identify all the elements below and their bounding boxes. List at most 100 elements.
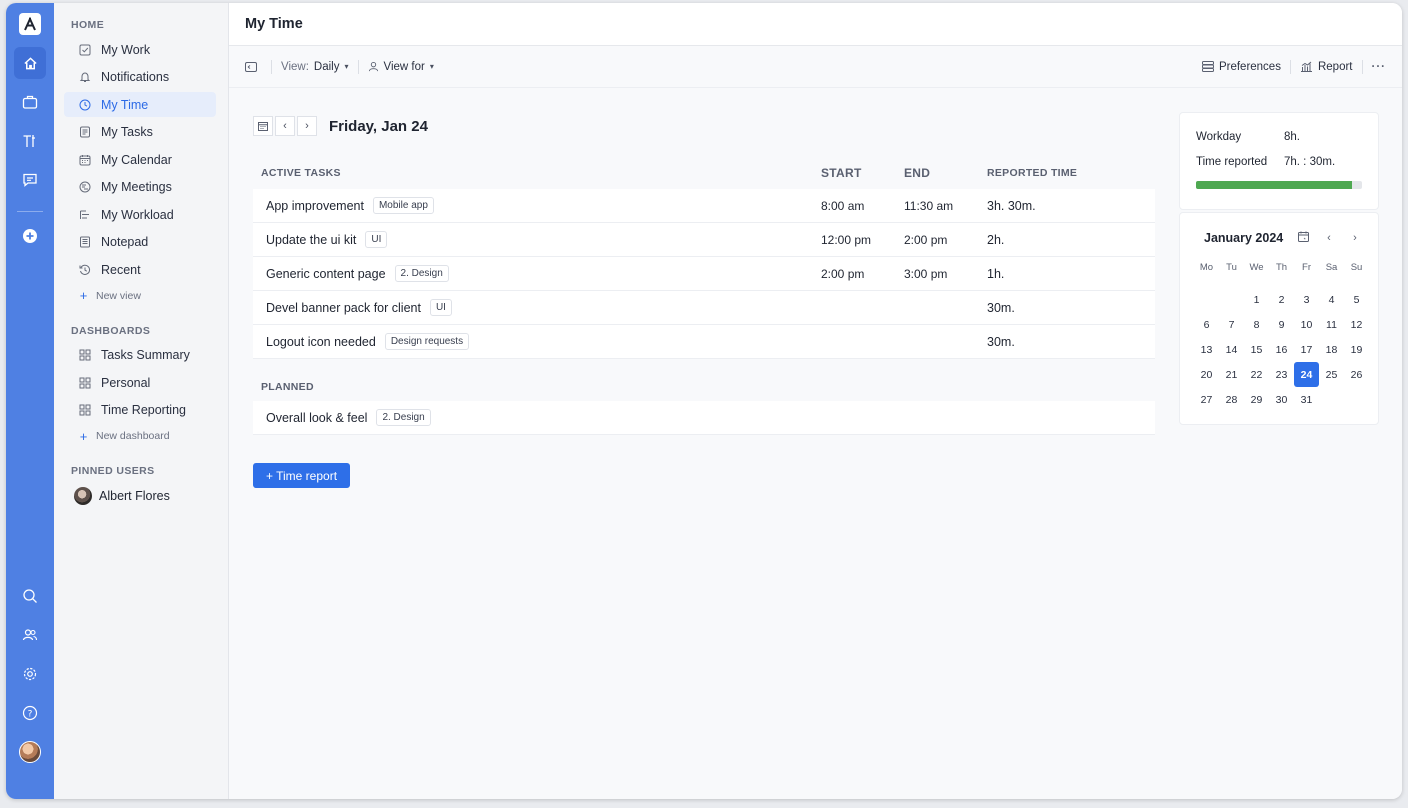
sidebar-item-notifications[interactable]: Notifications [64,65,216,90]
report-button[interactable]: Report [1300,61,1353,73]
tasks-table: ACTIVE TASKS START END REPORTED TIME App… [253,162,1155,435]
calendar-day-selected[interactable]: 24 [1294,362,1319,387]
calendar-day[interactable]: 2 [1269,287,1294,312]
table-row[interactable]: Update the ui kit UI 12:00 pm 2:00 pm 2h… [253,223,1155,257]
task-tag[interactable]: 2. Design [394,265,449,282]
view-dropdown[interactable]: Daily ▾ [314,61,349,73]
sidebar-item-tasks-summary[interactable]: Tasks Summary [64,343,216,368]
calendar-day[interactable]: 18 [1319,337,1344,362]
calendar-day[interactable]: 4 [1319,287,1344,312]
calendar-day[interactable]: 13 [1194,337,1219,362]
help-icon[interactable]: ? [14,697,46,729]
chevron-left-icon[interactable]: ‹ [275,116,295,136]
sidebar-item-my-tasks[interactable]: My Tasks [64,120,216,145]
calendar-day[interactable]: 7 [1219,312,1244,337]
calendar-day[interactable]: 28 [1219,387,1244,412]
table-row[interactable]: Logout icon needed Design requests 30m. [253,325,1155,359]
sidebar-item-my-calendar[interactable]: My Calendar [64,147,216,172]
calendar-day[interactable]: 27 [1194,387,1219,412]
table-row[interactable]: App improvement Mobile app 8:00 am 11:30… [253,189,1155,223]
calendar-day[interactable]: 25 [1319,362,1344,387]
workday-value: 8h. [1284,131,1300,143]
calendar-day[interactable]: 21 [1219,362,1244,387]
sidebar-item-recent[interactable]: Recent [64,257,216,282]
home-section-title: HOME [71,19,105,31]
calendar-day[interactable]: 23 [1269,362,1294,387]
sidebar-item-my-work[interactable]: My Work [64,37,216,62]
preferences-button[interactable]: Preferences [1201,61,1281,73]
calendar-day[interactable]: 22 [1244,362,1269,387]
task-name: Overall look & feel [266,410,368,425]
sidebar-item-my-meetings[interactable]: My Meetings [64,175,216,200]
users-icon[interactable] [14,619,46,651]
settings-icon[interactable] [14,658,46,690]
new-view-link[interactable]: + New view [64,285,216,307]
calendar-day[interactable]: 29 [1244,387,1269,412]
task-tag[interactable]: Design requests [384,333,470,350]
table-row[interactable]: Devel banner pack for client UI 30m. [253,291,1155,325]
calendar-empty-cell [1194,287,1219,312]
expand-icon[interactable] [245,61,262,72]
view-for-dropdown[interactable]: View for ▾ [368,61,434,73]
chevron-right-icon[interactable]: › [1346,232,1364,244]
tools-icon[interactable] [14,125,46,157]
calendar-day[interactable]: 31 [1294,387,1319,412]
rail-divider [17,211,43,212]
calendar-day[interactable]: 1 [1244,287,1269,312]
calendar-day[interactable]: 10 [1294,312,1319,337]
calendar-day[interactable]: 16 [1269,337,1294,362]
briefcase-icon[interactable] [14,86,46,118]
new-dashboard-link[interactable]: + New dashboard [64,425,216,447]
calendar-day[interactable]: 3 [1294,287,1319,312]
meetings-icon [78,181,91,194]
chat-icon[interactable] [14,164,46,196]
add-circle-icon[interactable] [14,220,46,252]
page-title: My Time [245,16,303,32]
calendar-day[interactable]: 12 [1344,312,1369,337]
plus-icon: + [79,288,88,303]
calendar-day[interactable]: 19 [1344,337,1369,362]
calendar-day[interactable]: 14 [1219,337,1244,362]
calendar-day[interactable]: 9 [1269,312,1294,337]
user-icon [368,62,378,72]
sidebar-item-my-workload[interactable]: My Workload [64,202,216,227]
view-value: Daily [313,60,340,73]
sidebar-item-notepad[interactable]: Notepad [64,230,216,255]
task-tag[interactable]: UI [365,231,388,248]
sidebar-item-my-time[interactable]: My Time [64,92,216,117]
date-title: Friday, Jan 24 [329,117,428,135]
calendar-day[interactable]: 11 [1319,312,1344,337]
calendar-day[interactable]: 17 [1294,337,1319,362]
calendar-day[interactable]: 26 [1344,362,1369,387]
app-logo[interactable] [19,13,41,35]
column-end: END [904,166,931,180]
calendar-day[interactable]: 15 [1244,337,1269,362]
calendar-today-icon[interactable] [1294,231,1312,245]
calendar-day[interactable]: 5 [1344,287,1369,312]
pinned-user-albert-flores[interactable]: Albert Flores [64,483,216,509]
sidebar-item-personal[interactable]: Personal [64,370,216,395]
task-tag[interactable]: 2. Design [376,409,431,426]
home-icon[interactable] [14,47,46,79]
more-options-icon[interactable]: ··· [1372,61,1387,73]
chevron-right-icon[interactable]: › [297,116,317,136]
sidebar-item-time-reporting[interactable]: Time Reporting [64,398,216,423]
user-avatar[interactable] [14,736,46,768]
calendar-day[interactable]: 30 [1269,387,1294,412]
view-label: View: [281,60,309,73]
table-row[interactable]: Generic content page 2. Design 2:00 pm 3… [253,257,1155,291]
pinned-users-title: PINNED USERS [71,465,155,477]
chevron-left-icon[interactable]: ‹ [1320,232,1338,244]
search-icon[interactable] [14,580,46,612]
calendar-day[interactable]: 8 [1244,312,1269,337]
task-tag[interactable]: Mobile app [372,197,434,214]
table-row[interactable]: Overall look & feel 2. Design [253,401,1155,435]
task-name-cell: Update the ui kit UI [253,231,821,248]
calendar-picker-icon[interactable] [253,116,273,136]
calendar-day[interactable]: 6 [1194,312,1219,337]
task-end: 3:00 pm [904,266,948,281]
time-report-button[interactable]: + Time report [253,463,351,488]
calendar-day[interactable]: 20 [1194,362,1219,387]
planned-section-title: PLANNED [261,381,314,393]
task-tag[interactable]: UI [429,299,452,316]
